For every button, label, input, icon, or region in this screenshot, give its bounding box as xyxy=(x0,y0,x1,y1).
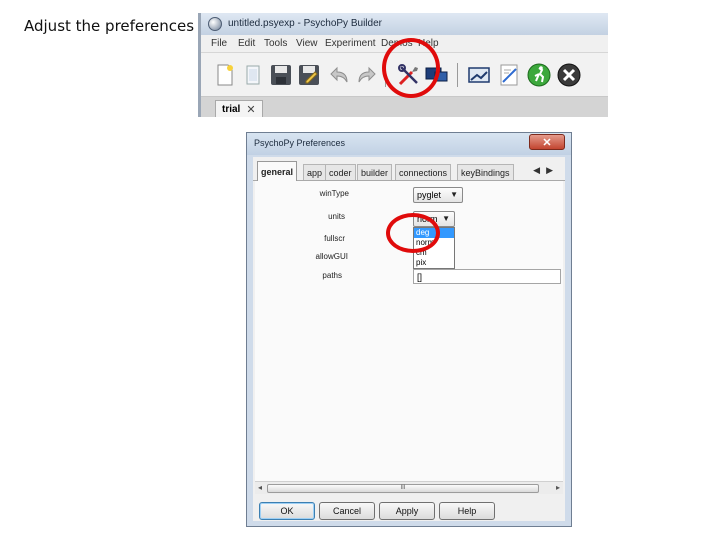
preferences-title: PsychoPy Preferences xyxy=(254,138,346,148)
stop-icon[interactable] xyxy=(557,63,581,87)
tab-keybindings[interactable]: keyBindings xyxy=(457,164,514,180)
highlight-circle-preferences xyxy=(382,38,440,98)
help-button[interactable]: Help xyxy=(439,502,495,520)
menu-file[interactable]: File xyxy=(211,38,227,49)
builder-titlebar: untitled.psyexp - PsychoPy Builder xyxy=(201,13,608,35)
units-label: units xyxy=(328,212,345,221)
tab-trial[interactable]: trial ✕ xyxy=(215,100,263,117)
ok-button[interactable]: OK xyxy=(259,502,315,520)
preferences-client: general app coder builder connections ke… xyxy=(253,157,565,521)
compile-script-icon[interactable] xyxy=(497,63,521,87)
tab-general[interactable]: general xyxy=(257,161,298,181)
wintype-select[interactable]: pyglet ▼ xyxy=(413,187,463,203)
tab-close-icon[interactable]: ✕ xyxy=(246,103,255,116)
fullscr-label: fullscr xyxy=(324,234,345,243)
close-button[interactable]: ✕ xyxy=(529,134,565,150)
redo-icon[interactable] xyxy=(355,63,379,87)
menu-tools[interactable]: Tools xyxy=(264,38,287,49)
tab-app[interactable]: app xyxy=(303,164,327,180)
apply-button[interactable]: Apply xyxy=(379,502,435,520)
toolbar-separator xyxy=(457,63,458,87)
horizontal-scrollbar[interactable]: ◂ III ▸ xyxy=(255,481,563,494)
preferences-tabs: general app coder builder connections ke… xyxy=(253,161,565,181)
scrollbar-thumb[interactable]: III xyxy=(267,484,539,493)
preferences-dialog: PsychoPy Preferences ✕ general app coder… xyxy=(246,132,572,527)
paths-label: paths xyxy=(322,271,342,280)
allowgui-label: allowGUI xyxy=(315,252,348,261)
preferences-titlebar: PsychoPy Preferences ✕ xyxy=(247,133,571,155)
new-file-icon[interactable] xyxy=(213,63,237,87)
tab-connections[interactable]: connections xyxy=(395,164,452,180)
menu-experiment[interactable]: Experiment xyxy=(325,38,376,49)
cancel-button[interactable]: Cancel xyxy=(319,502,375,520)
paths-input[interactable]: [] xyxy=(413,269,561,284)
chevron-down-icon: ▼ xyxy=(450,190,458,199)
tab-coder[interactable]: coder xyxy=(325,164,356,180)
scroll-right-icon[interactable]: ▸ xyxy=(556,483,560,492)
undo-icon[interactable] xyxy=(327,63,351,87)
scroll-left-icon[interactable]: ◂ xyxy=(258,483,262,492)
chevron-down-icon: ▼ xyxy=(442,214,450,223)
tab-trial-label: trial xyxy=(222,103,241,115)
experiment-settings-icon[interactable] xyxy=(467,63,491,87)
open-file-icon[interactable] xyxy=(241,63,265,87)
wintype-label: winType xyxy=(319,189,349,198)
slide-title: Adjust the preferences xyxy=(24,17,195,35)
routine-tab-strip: trial ✕ xyxy=(201,97,608,117)
wintype-value: pyglet xyxy=(417,190,442,200)
highlight-circle-units xyxy=(386,213,440,253)
psychopy-app-icon xyxy=(208,17,222,31)
tab-scroll-arrows[interactable]: ◀▶ xyxy=(533,165,559,176)
builder-window-title: untitled.psyexp - PsychoPy Builder xyxy=(228,18,382,29)
run-icon[interactable] xyxy=(527,63,551,87)
units-option-pix[interactable]: pix xyxy=(414,258,454,268)
save-as-icon[interactable] xyxy=(297,63,321,87)
menu-edit[interactable]: Edit xyxy=(238,38,255,49)
save-icon[interactable] xyxy=(269,63,293,87)
tab-builder[interactable]: builder xyxy=(357,164,393,180)
menu-view[interactable]: View xyxy=(296,38,318,49)
